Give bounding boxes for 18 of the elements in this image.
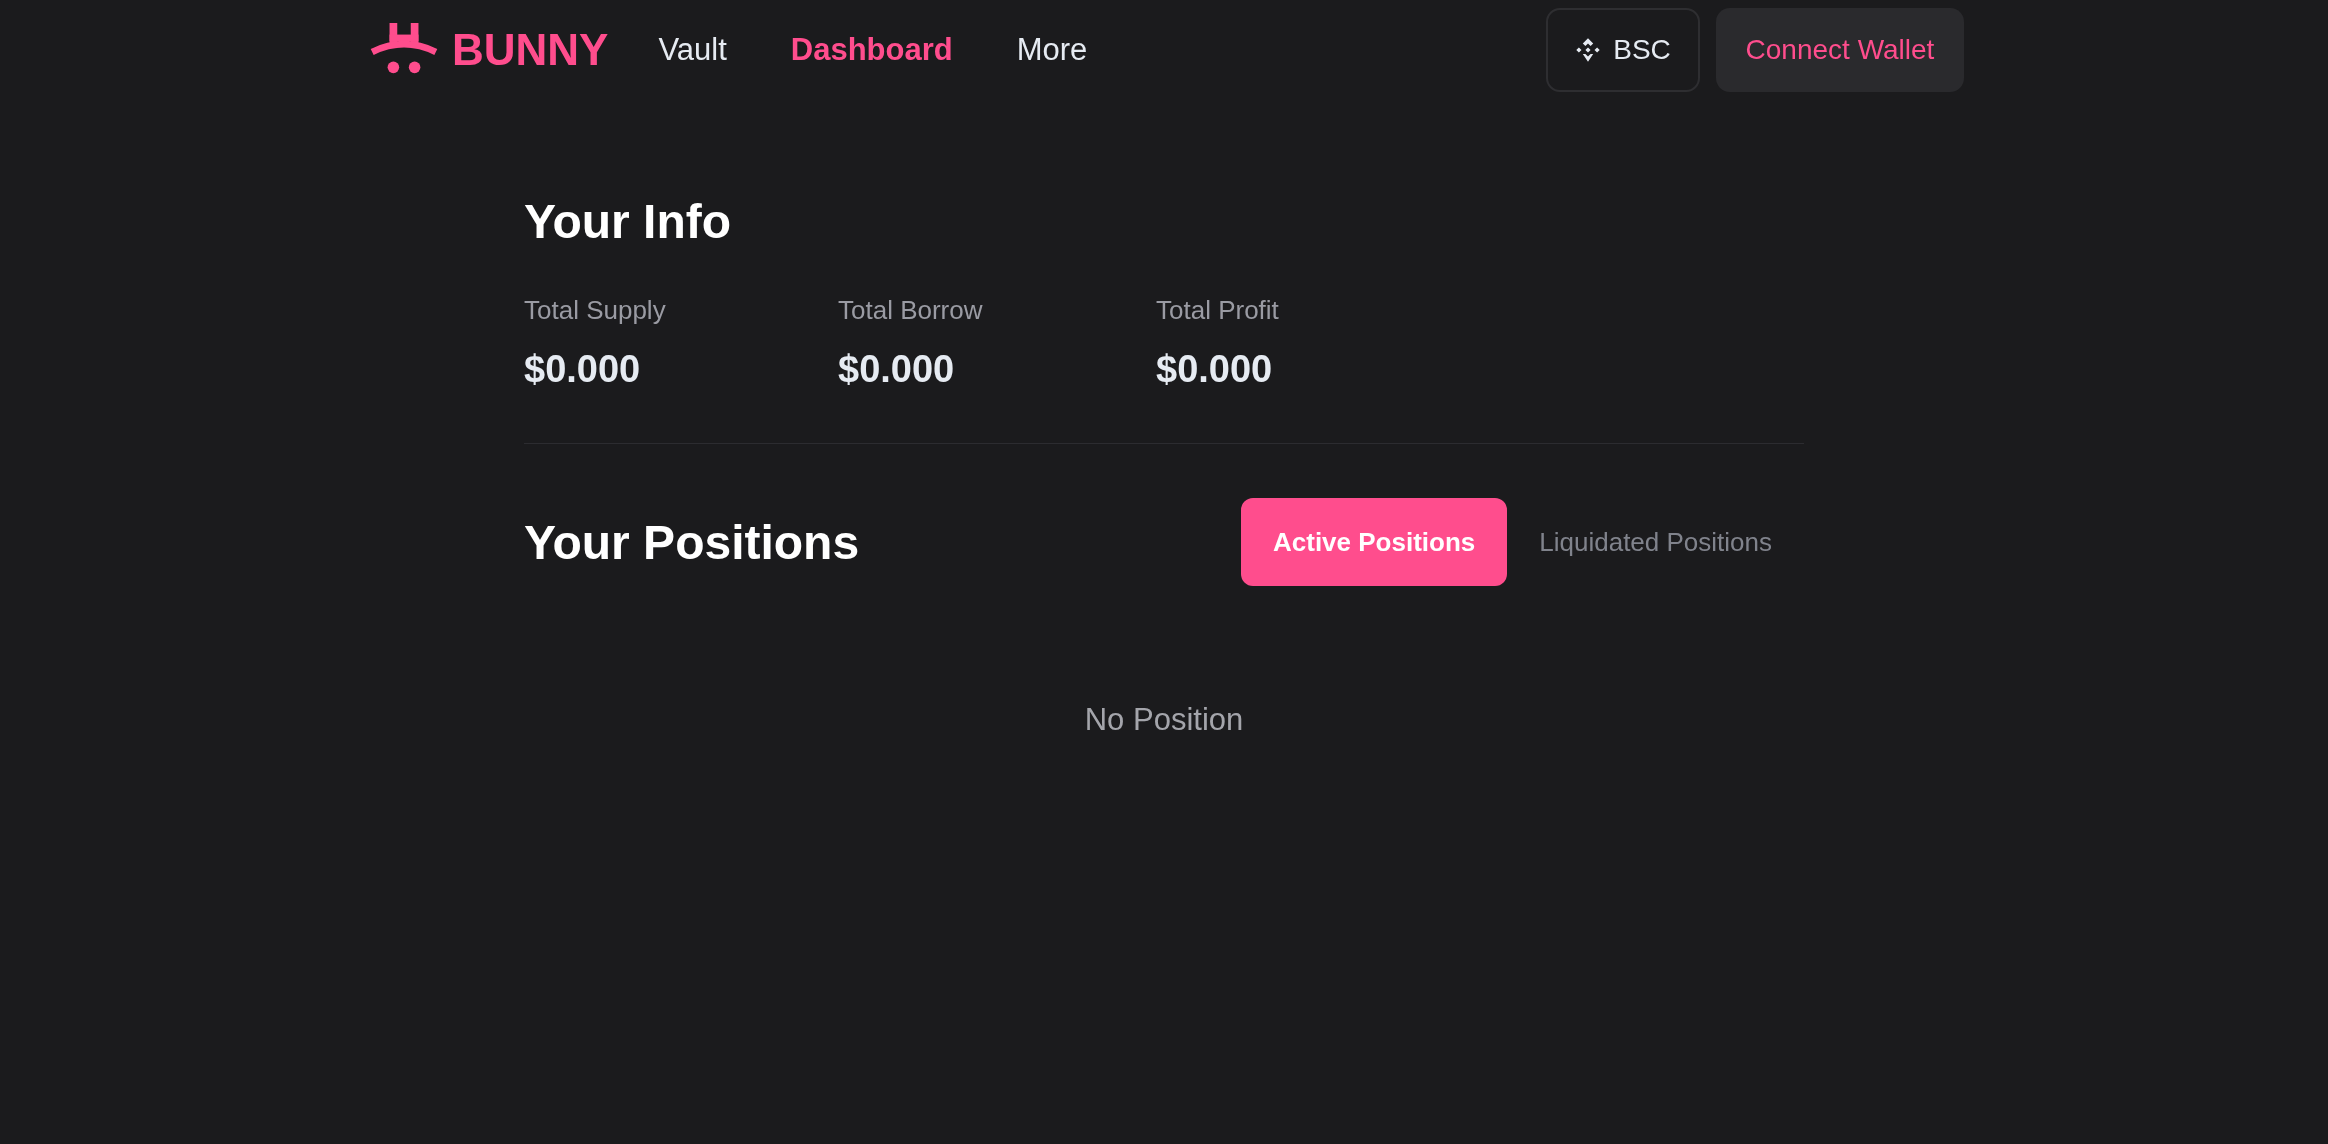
connect-wallet-button[interactable]: Connect Wallet <box>1716 8 1964 92</box>
stat-value: $0.000 <box>1156 348 1274 391</box>
empty-message: No Position <box>1083 702 1245 738</box>
positions-tab[interactable]: Active Positions <box>1241 498 1508 586</box>
section-title: Your Positions <box>524 514 860 570</box>
stat-value: $0.000 <box>838 348 956 391</box>
stat-label: Total Borrow <box>838 295 984 326</box>
section-title: Your Info <box>524 194 733 249</box>
nav-link[interactable]: More <box>1016 32 1088 68</box>
diamond-icon <box>1575 37 1602 63</box>
nav-link[interactable]: Dashboard <box>790 32 953 68</box>
positions-tab[interactable]: Liquidated Positions <box>1507 498 1804 586</box>
stat-value: $0.000 <box>524 348 642 391</box>
stat-label: Total Supply <box>524 295 667 326</box>
nav-link[interactable]: Vault <box>658 32 727 68</box>
brand-name[interactable]: BUNNY <box>452 25 609 75</box>
stat-label: Total Profit <box>1156 295 1279 326</box>
network-button[interactable]: BSC <box>1546 8 1700 92</box>
